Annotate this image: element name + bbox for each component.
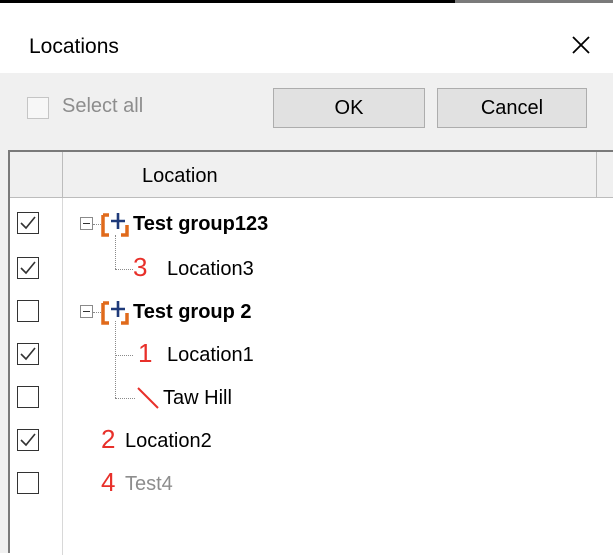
select-all-box[interactable] (27, 97, 49, 119)
cancel-button[interactable]: Cancel (437, 88, 587, 128)
close-icon (572, 36, 590, 54)
tree-row-group[interactable]: Test group123 (10, 202, 610, 245)
location-label: Location1 (167, 344, 254, 366)
checkmark-icon (20, 433, 36, 447)
location-number: 2 (101, 424, 116, 454)
row-checkbox[interactable] (17, 212, 39, 234)
checkmark-icon (20, 347, 36, 361)
location-marker-icon (137, 387, 159, 409)
collapse-toggle[interactable] (80, 217, 93, 230)
tree-row-location[interactable]: 1 Location1 (10, 321, 610, 398)
column-header-location[interactable]: Location (142, 165, 218, 188)
location-label: Taw Hill (163, 387, 232, 409)
locations-grid: Location Test group123 3 Location3 Test … (8, 150, 613, 555)
locations-dialog: Locations Select all OK Cancel Location (0, 0, 613, 555)
tree-row-location[interactable]: 4 Test4 (10, 462, 610, 505)
location-label: Location3 (167, 258, 254, 280)
group-icon (101, 213, 129, 237)
location-label: Test4 (125, 473, 173, 495)
row-checkbox[interactable] (17, 429, 39, 451)
select-all-label: Select all (62, 95, 144, 117)
tree-row-location[interactable]: 3 Location3 (10, 235, 610, 290)
tree-row-location[interactable]: Taw Hill (10, 376, 610, 419)
row-checkbox[interactable] (17, 386, 39, 408)
location-number: 1 (138, 338, 153, 368)
grid-header: Location (10, 152, 613, 198)
row-checkbox[interactable] (17, 343, 39, 365)
collapse-toggle[interactable] (80, 305, 93, 318)
row-checkbox[interactable] (17, 257, 39, 279)
row-checkbox[interactable] (17, 300, 39, 322)
checkmark-icon (20, 216, 36, 230)
ok-button[interactable]: OK (273, 88, 425, 128)
group-label: Test group 2 (133, 301, 252, 323)
location-number: 3 (133, 252, 148, 282)
close-button[interactable] (556, 23, 606, 67)
dialog-title: Locations (29, 35, 119, 58)
checkmark-icon (20, 261, 36, 275)
row-checkbox[interactable] (17, 472, 39, 494)
group-label: Test group123 (133, 213, 269, 235)
location-label: Location2 (125, 430, 212, 452)
title-bar: Locations (0, 3, 613, 73)
location-number: 4 (101, 467, 116, 497)
tree-row-location[interactable]: 2 Location2 (10, 419, 610, 462)
tree-row-group[interactable]: Test group 2 (10, 290, 610, 333)
